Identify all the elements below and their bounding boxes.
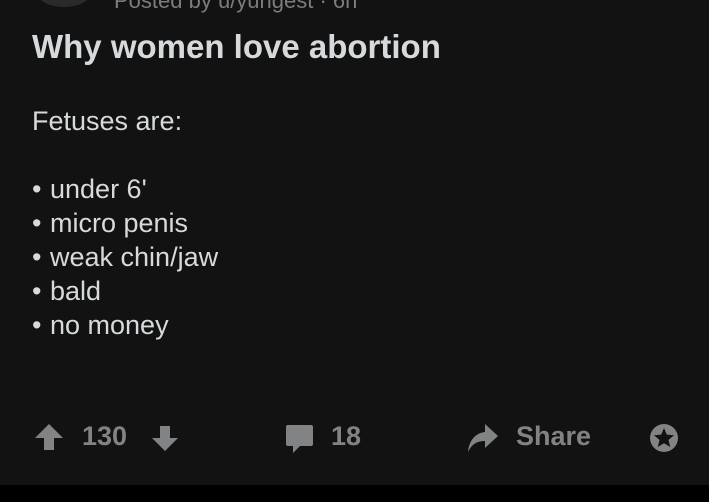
subreddit-avatar[interactable]	[38, 0, 90, 7]
list-item: • bald	[32, 276, 102, 306]
bottom-bar	[0, 485, 709, 502]
comment-bubble-icon[interactable]	[285, 424, 314, 454]
post-intro: Fetuses are:	[32, 106, 183, 136]
arrow-up-icon[interactable]	[34, 422, 64, 452]
list-item: • no money	[32, 310, 169, 340]
post-meta: Posted by u/yungest · 6h	[32, 0, 358, 13]
post-title[interactable]: Why women love abortion	[32, 28, 441, 66]
share-button[interactable]: Share	[516, 421, 591, 452]
award-icon[interactable]	[648, 422, 680, 454]
list-item: • weak chin/jaw	[32, 242, 219, 272]
bullet-list: • under 6' • micro penis • weak chin/jaw • b…	[32, 172, 218, 342]
list-item: • micro penis	[32, 208, 189, 238]
post-meta-text: Posted by u/yungest · 6h	[114, 0, 358, 13]
post-body: Fetuses are: • under 6' • micro penis • wea…	[32, 104, 218, 342]
list-item: • under 6'	[32, 174, 147, 204]
post-action-bar: 130 18 Share	[0, 416, 709, 460]
share-arrow-icon[interactable]	[467, 422, 499, 454]
arrow-down-icon[interactable]	[151, 424, 179, 452]
comment-count[interactable]: 18	[331, 421, 361, 452]
vote-count: 130	[82, 421, 128, 451]
